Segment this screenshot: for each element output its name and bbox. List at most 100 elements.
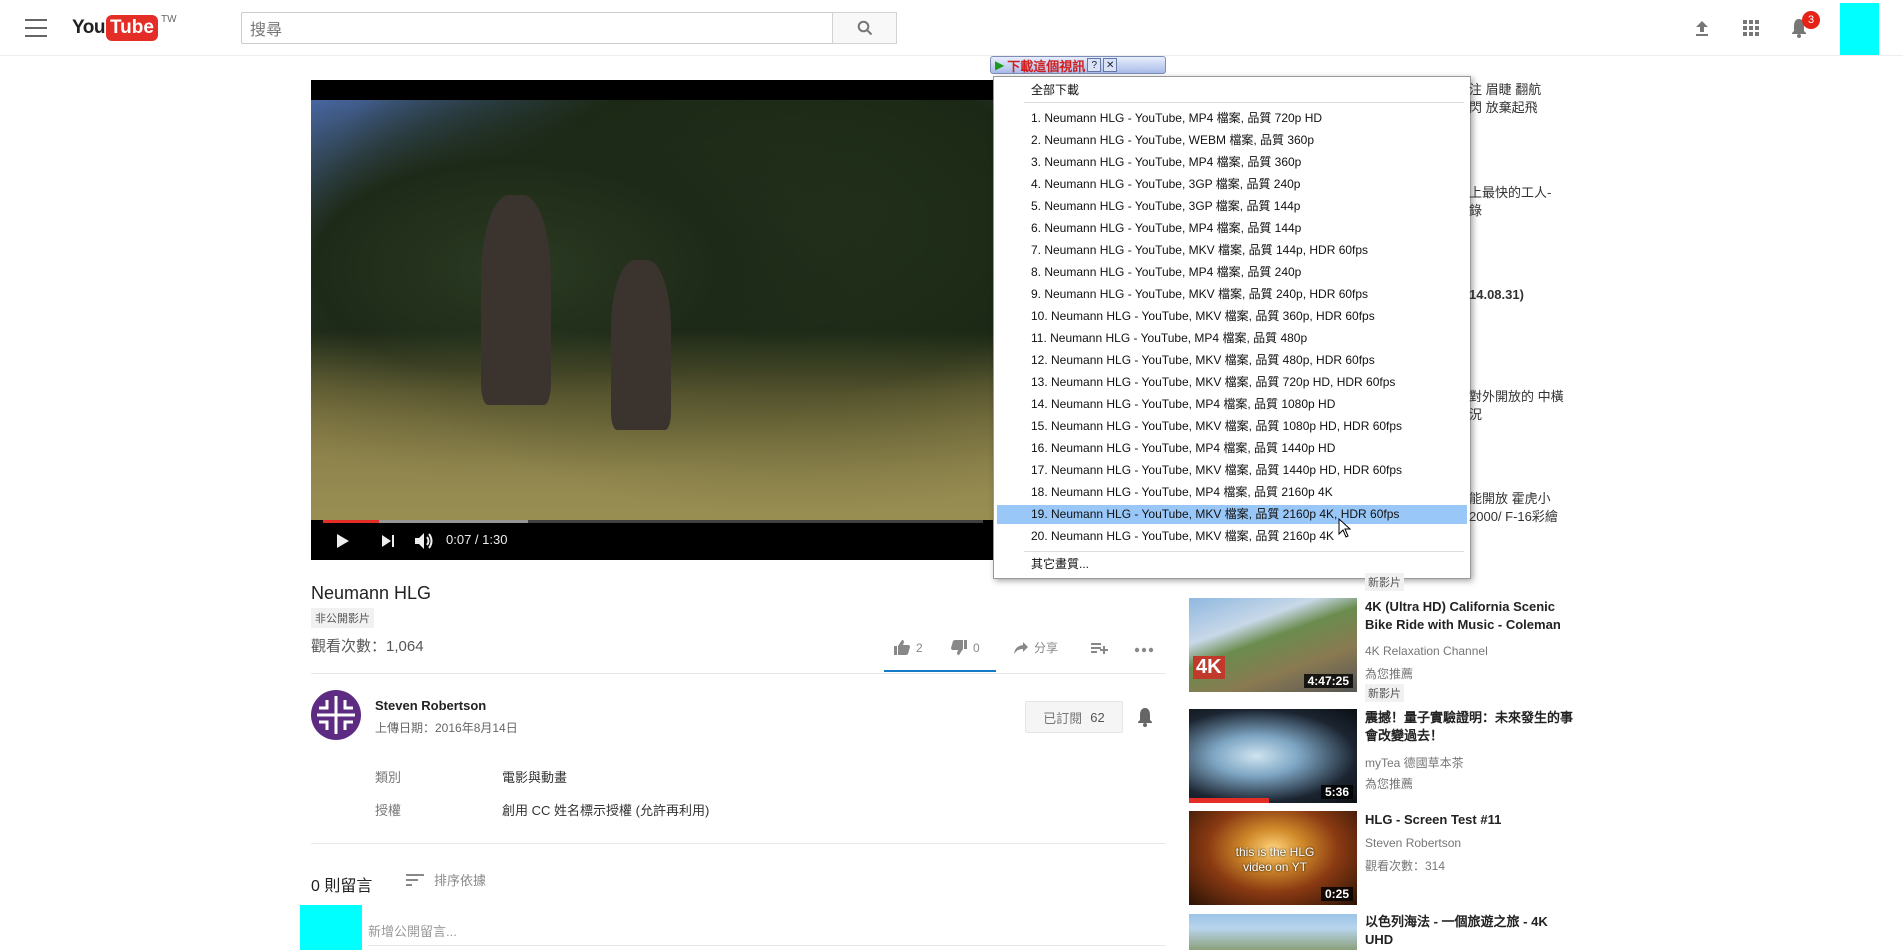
related-recommended: 為您推薦 bbox=[1365, 777, 1414, 791]
related-thumbnail[interactable]: 5:36 bbox=[1189, 709, 1357, 803]
channel-avatar[interactable] bbox=[311, 690, 361, 740]
download-toolbar[interactable]: ▶ 下載這個視訊 ? ✕ bbox=[990, 56, 1166, 74]
apps-icon[interactable] bbox=[1739, 16, 1763, 40]
related-thumbnail[interactable]: 4K 4:47:25 bbox=[1189, 598, 1357, 692]
account-avatar[interactable] bbox=[1840, 3, 1879, 55]
like-count: 2 bbox=[916, 640, 923, 655]
dislike-count: 0 bbox=[973, 640, 980, 655]
download-close-button[interactable]: ✕ bbox=[1103, 58, 1118, 72]
download-all-item[interactable]: 全部下載 bbox=[997, 81, 1467, 100]
download-option-item[interactable]: 15. Neumann HLG - YouTube, MKV 檔案, 品質 10… bbox=[997, 417, 1467, 436]
share-icon bbox=[1014, 641, 1028, 654]
related-recommended: 為您推薦 bbox=[1365, 667, 1414, 681]
license-label: 授權 bbox=[375, 803, 402, 818]
sidebar-clipped-text[interactable]: 況 bbox=[1469, 406, 1482, 423]
search-icon bbox=[857, 20, 872, 36]
download-video-label[interactable]: 下載這個視訊 bbox=[1007, 56, 1085, 75]
subscribed-button[interactable]: 已訂閱 62 bbox=[1025, 701, 1123, 733]
sidebar-clipped-text[interactable]: 14.08.31) bbox=[1469, 286, 1524, 303]
related-channel[interactable]: 4K Relaxation Channel bbox=[1365, 644, 1488, 658]
video-frame bbox=[311, 100, 997, 520]
share-button[interactable]: 分享 bbox=[1013, 639, 1058, 656]
logo-tube: Tube bbox=[105, 15, 158, 41]
mouse-cursor-icon bbox=[1338, 518, 1352, 538]
download-more-quality-item[interactable]: 其它畫質... bbox=[997, 555, 1467, 574]
license-value[interactable]: 創用 CC 姓名標示授權 (允許再利用) bbox=[502, 800, 709, 819]
time-display: 0:07 / 1:30 bbox=[446, 532, 508, 547]
download-option-item[interactable]: 18. Neumann HLG - YouTube, MP4 檔案, 品質 21… bbox=[997, 483, 1467, 502]
sidebar-clipped-text[interactable]: 2000/ F-16彩繪 bbox=[1469, 508, 1558, 525]
add-to-playlist-icon[interactable] bbox=[1090, 640, 1108, 656]
download-option-item[interactable]: 12. Neumann HLG - YouTube, MKV 檔案, 品質 48… bbox=[997, 351, 1467, 370]
video-player[interactable]: 0:07 / 1:30 bbox=[311, 80, 997, 560]
related-title[interactable]: 以色列海法 - 一個旅遊之旅 - 4K UHD bbox=[1365, 913, 1575, 949]
related-channel[interactable]: Steven Robertson bbox=[1365, 836, 1461, 850]
play-icon[interactable] bbox=[336, 533, 350, 549]
more-actions-icon[interactable] bbox=[1134, 647, 1154, 653]
subscribed-label: 已訂閱 bbox=[1043, 710, 1083, 726]
new-video-tag: 新影片 bbox=[1365, 573, 1404, 591]
sidebar-clipped-text[interactable]: 上最快的工人- bbox=[1469, 184, 1551, 201]
download-option-item[interactable]: 2. Neumann HLG - YouTube, WEBM 檔案, 品質 36… bbox=[997, 131, 1467, 150]
download-option-item[interactable]: 11. Neumann HLG - YouTube, MP4 檔案, 品質 48… bbox=[997, 329, 1467, 348]
like-button[interactable]: 2 bbox=[893, 639, 923, 656]
sidebar-clipped-text[interactable]: 注 眉睫 翻航 bbox=[1469, 81, 1541, 98]
progress-bar[interactable] bbox=[323, 520, 983, 523]
download-help-button[interactable]: ? bbox=[1087, 58, 1102, 72]
related-thumbnail[interactable]: this is the HLG video on YT 0:25 bbox=[1189, 811, 1357, 905]
related-title[interactable]: HLG - Screen Test #11 bbox=[1365, 811, 1575, 829]
youtube-logo[interactable]: You Tube TW bbox=[72, 14, 177, 41]
masthead: You Tube TW 搜尋 3 bbox=[0, 0, 1903, 56]
watch-progress bbox=[1189, 798, 1269, 803]
related-title[interactable]: 震撼！量子實驗證明：未來發生的事會改變過去！ bbox=[1365, 709, 1575, 745]
download-option-item[interactable]: 1. Neumann HLG - YouTube, MP4 檔案, 品質 720… bbox=[997, 109, 1467, 128]
upload-icon[interactable] bbox=[1690, 16, 1714, 40]
download-option-item[interactable]: 7. Neumann HLG - YouTube, MKV 檔案, 品質 144… bbox=[997, 241, 1467, 260]
notification-settings-bell-icon[interactable] bbox=[1136, 707, 1154, 727]
related-channel[interactable]: myTea 德國草本茶 bbox=[1365, 754, 1464, 771]
sidebar-clipped-text[interactable]: 錄 bbox=[1469, 202, 1482, 219]
thumb-caption: this is the HLG video on YT bbox=[1235, 845, 1315, 874]
download-option-item[interactable]: 4. Neumann HLG - YouTube, 3GP 檔案, 品質 240… bbox=[997, 175, 1467, 194]
volume-icon[interactable] bbox=[414, 532, 434, 550]
download-option-item[interactable]: 6. Neumann HLG - YouTube, MP4 檔案, 品質 144… bbox=[997, 219, 1467, 238]
logo-you: You bbox=[72, 17, 105, 38]
category-value[interactable]: 電影與動畫 bbox=[502, 767, 567, 786]
download-option-item[interactable]: 3. Neumann HLG - YouTube, MP4 檔案, 品質 360… bbox=[997, 153, 1467, 172]
download-option-item[interactable]: 9. Neumann HLG - YouTube, MKV 檔案, 品質 240… bbox=[997, 285, 1467, 304]
video-person-1 bbox=[481, 195, 551, 405]
sort-icon bbox=[406, 873, 424, 886]
video-duration: 5:36 bbox=[1320, 785, 1353, 799]
share-label: 分享 bbox=[1034, 641, 1059, 655]
menu-icon[interactable] bbox=[25, 19, 47, 37]
view-count: 觀看次數：1,064 bbox=[311, 638, 424, 655]
video-duration: 4:47:25 bbox=[1303, 674, 1353, 688]
sidebar-clipped-text[interactable]: 閃 放棄起飛 bbox=[1469, 99, 1538, 116]
download-option-item[interactable]: 13. Neumann HLG - YouTube, MKV 檔案, 品質 72… bbox=[997, 373, 1467, 392]
download-option-item[interactable]: 5. Neumann HLG - YouTube, 3GP 檔案, 品質 144… bbox=[997, 197, 1467, 216]
menu-separator bbox=[1024, 551, 1464, 552]
download-option-item[interactable]: 20. Neumann HLG - YouTube, MKV 檔案, 品質 21… bbox=[997, 527, 1467, 546]
search-input[interactable]: 搜尋 bbox=[241, 12, 833, 44]
related-title[interactable]: 4K (Ultra HD) California Scenic Bike Rid… bbox=[1365, 598, 1575, 634]
download-option-item[interactable]: 16. Neumann HLG - YouTube, MP4 檔案, 品質 14… bbox=[997, 439, 1467, 458]
download-option-item[interactable]: 14. Neumann HLG - YouTube, MP4 檔案, 品質 10… bbox=[997, 395, 1467, 414]
related-thumbnail[interactable] bbox=[1189, 914, 1357, 950]
channel-logo-icon bbox=[317, 696, 355, 734]
download-option-item[interactable]: 8. Neumann HLG - YouTube, MP4 檔案, 品質 240… bbox=[997, 263, 1467, 282]
new-video-tag: 新影片 bbox=[1365, 684, 1404, 702]
sort-by-button[interactable]: 排序依據 bbox=[406, 870, 486, 889]
video-title: Neumann HLG bbox=[311, 583, 432, 603]
next-icon[interactable] bbox=[381, 534, 395, 548]
sidebar-clipped-text[interactable]: 能開放 霍虎小 bbox=[1469, 490, 1551, 507]
dislike-button[interactable]: 0 bbox=[950, 639, 980, 656]
download-option-item[interactable]: 17. Neumann HLG - YouTube, MKV 檔案, 品質 14… bbox=[997, 461, 1467, 480]
search-button[interactable] bbox=[832, 12, 897, 44]
search-placeholder: 搜尋 bbox=[250, 22, 283, 39]
download-menu: 全部下載 其它畫質... 1. Neumann HLG - YouTube, M… bbox=[993, 76, 1471, 579]
comment-input[interactable]: 新增公開留言... bbox=[368, 921, 457, 940]
download-option-item[interactable]: 19. Neumann HLG - YouTube, MKV 檔案, 品質 21… bbox=[997, 505, 1467, 524]
download-option-item[interactable]: 10. Neumann HLG - YouTube, MKV 檔案, 品質 36… bbox=[997, 307, 1467, 326]
sidebar-clipped-text[interactable]: 對外開放的 中橫 bbox=[1469, 388, 1564, 405]
channel-name[interactable]: Steven Robertson bbox=[375, 698, 486, 713]
